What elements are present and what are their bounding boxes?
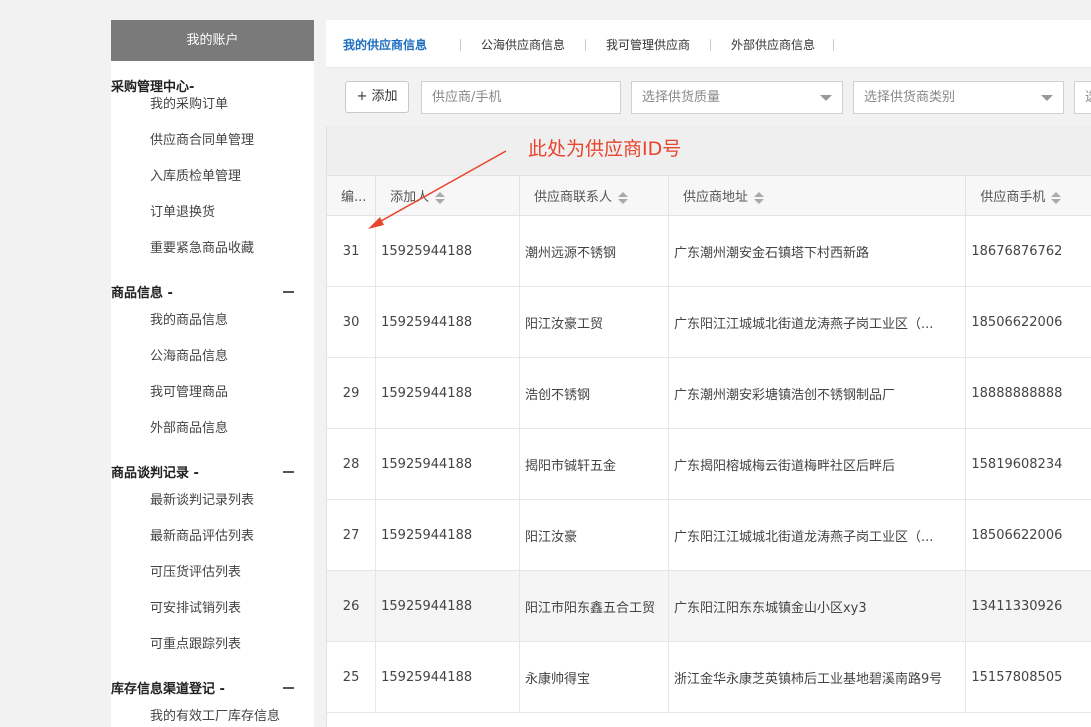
sidebar-section-title: 库存信息渠道登记 - (111, 682, 225, 697)
sidebar-item[interactable]: 入库质检单管理 (111, 159, 314, 195)
sidebar-section-title: 商品谈判记录 - (111, 466, 199, 481)
cell-contact: 潮州远源不锈钢 (519, 215, 669, 287)
cell-contact: 浩创不锈钢 (519, 357, 669, 429)
sidebar-item[interactable]: 可重点跟踪列表 (111, 627, 314, 663)
sidebar-item[interactable]: 我的有效工厂库存信息 (111, 699, 314, 727)
annotation-arrow-icon (368, 150, 507, 229)
cell-added-by: 15925944188 (375, 499, 520, 571)
cell-id: 27 (327, 499, 377, 571)
tab-divider (833, 39, 834, 51)
cell-phone: 13411330926 (965, 570, 1091, 642)
sidebar-section-header[interactable]: 商品信息 - (111, 267, 314, 303)
tab-external-suppliers[interactable]: 外部供应商信息 (731, 20, 815, 67)
cell-added-by: 15925944188 (375, 286, 520, 358)
supplier-table: 编... 添加人 供应商联系人 供应商地址 供应商手机 31 1592594418… (327, 176, 1091, 713)
col-header-address[interactable]: 供应商地址 (668, 176, 967, 216)
cell-id: 30 (327, 286, 377, 358)
sidebar-section-title: 商品信息 - (111, 286, 173, 301)
tab-divider (460, 39, 461, 51)
cell-phone: 15157808505 (965, 641, 1091, 713)
category-select-label: 选择供货商类别 (864, 90, 956, 105)
sidebar-item[interactable]: 可安排试销列表 (111, 591, 314, 627)
table-body: 31 15925944188 潮州远源不锈钢 广东潮州潮安金石镇塔下村西新路 18676… (327, 215, 1091, 713)
sidebar-menu: 采购管理中心- 我的采购订单 供应商合同单管理 入库质检单管理 订单退换货 重要紧急商品收… (111, 61, 314, 727)
cell-phone: 18506622006 (965, 286, 1091, 358)
sort-icon[interactable] (753, 191, 764, 204)
sidebar-item[interactable]: 外部商品信息 (111, 411, 314, 447)
cell-added-by: 15925944188 (375, 570, 520, 642)
chevron-down-icon (820, 95, 832, 101)
tab-manageable-suppliers[interactable]: 我可管理供应商 (606, 20, 690, 67)
quality-select[interactable]: 选择供货质量 (631, 81, 843, 114)
cell-address: 广东阳江江城城北街道龙涛燕子岗工业区（... (668, 286, 967, 358)
quality-select-label: 选择供货质量 (642, 90, 721, 105)
table-row[interactable]: 29 15925944188 浩创不锈钢 广东潮州潮安彩塘镇浩创不锈钢制品厂 18888… (327, 357, 1091, 429)
cell-phone: 15819608234 (965, 428, 1091, 500)
collapse-minus-icon[interactable] (283, 471, 294, 473)
table-row[interactable]: 25 15925944188 永康帅得宝 浙江金华永康芝英镇柿后工业基地碧溪南路9号 1… (327, 641, 1091, 713)
cell-address: 广东阳江阳东东城镇金山小区xy3 (668, 570, 967, 642)
cell-contact: 揭阳市铖轩五金 (519, 428, 669, 500)
col-header-phone[interactable]: 供应商手机 (965, 176, 1091, 216)
sort-icon[interactable] (1051, 191, 1062, 204)
sidebar-section-title: 采购管理中心- (111, 80, 195, 95)
cell-id: 29 (327, 357, 377, 429)
sidebar-section-header[interactable]: 商品谈判记录 - (111, 447, 314, 483)
add-button[interactable]: + 添加 (345, 81, 409, 113)
sidebar-item[interactable]: 订单退换货 (111, 195, 314, 231)
tab-divider (585, 39, 586, 51)
tab-bar: 我的供应商信息 公海供应商信息 我可管理供应商 外部供应商信息 (326, 20, 1091, 68)
tab-divider (710, 39, 711, 51)
sidebar-account-header[interactable]: 我的账户 (111, 20, 314, 61)
cell-address: 浙江金华永康芝英镇柿后工业基地碧溪南路9号 (668, 641, 967, 713)
cell-contact: 阳江汝豪 (519, 499, 669, 571)
sidebar-item[interactable]: 我的商品信息 (111, 303, 314, 339)
sidebar-item[interactable]: 最新谈判记录列表 (111, 483, 314, 519)
cell-added-by: 15925944188 (375, 428, 520, 500)
cell-address: 广东阳江江城城北街道龙涛燕子岗工业区（... (668, 499, 967, 571)
toolbar: + 添加 供应商/手机 选择供货质量 选择供货商类别 选 (326, 68, 1091, 126)
collapse-minus-icon[interactable] (283, 687, 294, 689)
sidebar-section-header[interactable]: 采购管理中心- (111, 61, 314, 95)
cell-contact: 阳江市阳东鑫五合工贸 (519, 570, 669, 642)
table-row[interactable]: 26 15925944188 阳江市阳东鑫五合工贸 广东阳江阳东东城镇金山小区xy3 1… (327, 570, 1091, 642)
cell-contact: 永康帅得宝 (519, 641, 669, 713)
chevron-down-icon (1041, 95, 1053, 101)
cell-id: 25 (327, 641, 377, 713)
sidebar-item[interactable]: 供应商合同单管理 (111, 123, 314, 159)
collapse-minus-icon[interactable] (283, 291, 294, 293)
cell-contact: 阳江汝豪工贸 (519, 286, 669, 358)
sidebar-item[interactable]: 公海商品信息 (111, 339, 314, 375)
sidebar: 我的账户 采购管理中心- 我的采购订单 供应商合同单管理 入库质检单管理 订单退换货 重要… (111, 20, 314, 727)
table-row[interactable]: 28 15925944188 揭阳市铖轩五金 广东揭阳榕城梅云街道梅畔社区后畔后 158… (327, 428, 1091, 500)
cell-added-by: 15925944188 (375, 357, 520, 429)
cell-address: 广东潮州潮安金石镇塔下村西新路 (668, 215, 967, 287)
sidebar-item[interactable]: 最新商品评估列表 (111, 519, 314, 555)
cell-address: 广东潮州潮安彩塘镇浩创不锈钢制品厂 (668, 357, 967, 429)
category-select[interactable]: 选择供货商类别 (853, 81, 1064, 114)
cell-phone: 18506622006 (965, 499, 1091, 571)
sidebar-item[interactable]: 可压货评估列表 (111, 555, 314, 591)
annotation-text: 此处为供应商ID号 (528, 138, 682, 160)
table-row[interactable]: 27 15925944188 阳江汝豪 广东阳江江城城北街道龙涛燕子岗工业区（... 1… (327, 499, 1091, 571)
tab-my-suppliers[interactable]: 我的供应商信息 (343, 20, 427, 67)
table-row[interactable]: 30 15925944188 阳江汝豪工贸 广东阳江江城城北街道龙涛燕子岗工业区（..… (327, 286, 1091, 358)
tab-public-suppliers[interactable]: 公海供应商信息 (481, 20, 565, 67)
extra-select[interactable]: 选 (1074, 81, 1091, 114)
col-header-contact[interactable]: 供应商联系人 (519, 176, 669, 216)
cell-id: 26 (327, 570, 377, 642)
cell-address: 广东揭阳榕城梅云街道梅畔社区后畔后 (668, 428, 967, 500)
cell-phone: 18888888888 (965, 357, 1091, 429)
cell-id: 28 (327, 428, 377, 500)
sidebar-item[interactable]: 我可管理商品 (111, 375, 314, 411)
cell-phone: 18676876762 (965, 215, 1091, 287)
sort-icon[interactable] (617, 191, 628, 204)
cell-added-by: 15925944188 (375, 641, 520, 713)
sidebar-section-header[interactable]: 库存信息渠道登记 - (111, 663, 314, 699)
supplier-search-input[interactable]: 供应商/手机 (421, 81, 621, 114)
sidebar-item[interactable]: 重要紧急商品收藏 (111, 231, 314, 267)
